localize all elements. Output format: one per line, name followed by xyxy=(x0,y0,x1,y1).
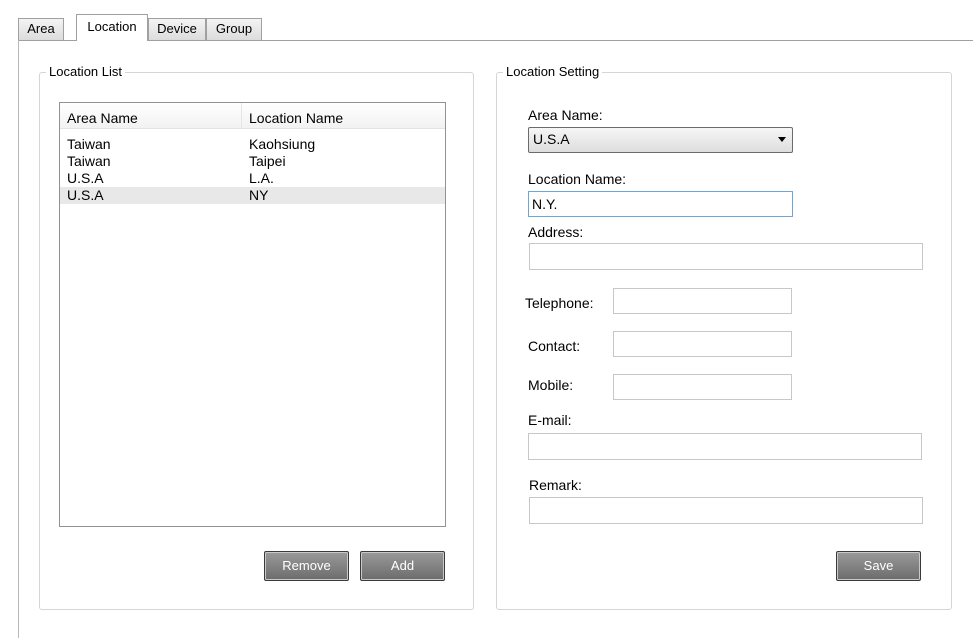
remark-input[interactable] xyxy=(529,497,923,524)
telephone-label: Telephone: xyxy=(525,295,594,311)
tab-device[interactable]: Device xyxy=(148,18,206,40)
table-row[interactable]: U.S.A L.A. xyxy=(60,170,445,187)
tab-group[interactable]: Group xyxy=(206,18,262,40)
location-list-title: Location List xyxy=(46,64,125,80)
address-label: Address: xyxy=(528,224,584,240)
remark-label: Remark: xyxy=(529,477,582,493)
cell-location-name: Taipei xyxy=(249,153,286,169)
cell-location-name: NY xyxy=(249,187,269,203)
remove-button[interactable]: Remove xyxy=(264,551,349,581)
area-name-label: Area Name: xyxy=(528,107,603,123)
area-name-selected-value: U.S.A xyxy=(533,131,570,147)
column-header-location-name[interactable]: Location Name xyxy=(242,103,442,128)
location-name-label: Location Name: xyxy=(528,171,627,187)
contact-input[interactable] xyxy=(613,331,792,357)
cell-area-name: U.S.A xyxy=(67,187,104,203)
table-row[interactable]: Taiwan Kaohsiung xyxy=(60,136,445,153)
cell-location-name: Kaohsiung xyxy=(249,136,316,152)
location-setting-group: Location Setting Area Name: U.S.A Locati… xyxy=(496,64,952,610)
cell-area-name: U.S.A xyxy=(67,170,104,186)
email-label: E-mail: xyxy=(528,412,572,428)
mobile-input[interactable] xyxy=(613,374,792,400)
table-row[interactable]: Taiwan Taipei xyxy=(60,153,445,170)
add-button[interactable]: Add xyxy=(360,551,445,581)
tab-page-border xyxy=(18,40,19,638)
cell-area-name: Taiwan xyxy=(67,153,111,169)
address-input[interactable] xyxy=(529,243,923,270)
table-row-selected[interactable]: U.S.A NY xyxy=(60,187,445,204)
contact-label: Contact: xyxy=(528,338,581,354)
tab-strip: Area Location Device Group xyxy=(0,0,973,41)
area-name-select[interactable]: U.S.A xyxy=(528,127,793,153)
location-list-group: Location List Area Name Location Name Ta… xyxy=(39,64,474,610)
location-settings-window: Area Location Device Group Location List… xyxy=(0,0,973,638)
save-button[interactable]: Save xyxy=(836,551,921,581)
dropdown-arrow-icon[interactable] xyxy=(778,137,786,142)
location-name-input[interactable] xyxy=(528,191,793,217)
mobile-label: Mobile: xyxy=(528,377,574,393)
list-header: Area Name Location Name xyxy=(60,103,445,129)
email-input[interactable] xyxy=(528,433,922,460)
cell-area-name: Taiwan xyxy=(67,136,111,152)
location-setting-title: Location Setting xyxy=(503,64,603,80)
telephone-input[interactable] xyxy=(613,288,792,314)
tab-location[interactable]: Location xyxy=(76,14,148,41)
tab-area[interactable]: Area xyxy=(18,18,64,40)
column-header-area-name[interactable]: Area Name xyxy=(60,103,241,128)
location-list-view[interactable]: Area Name Location Name Taiwan Kaohsiung… xyxy=(59,102,446,527)
tab-strip-baseline xyxy=(18,40,973,41)
cell-location-name: L.A. xyxy=(249,170,274,186)
